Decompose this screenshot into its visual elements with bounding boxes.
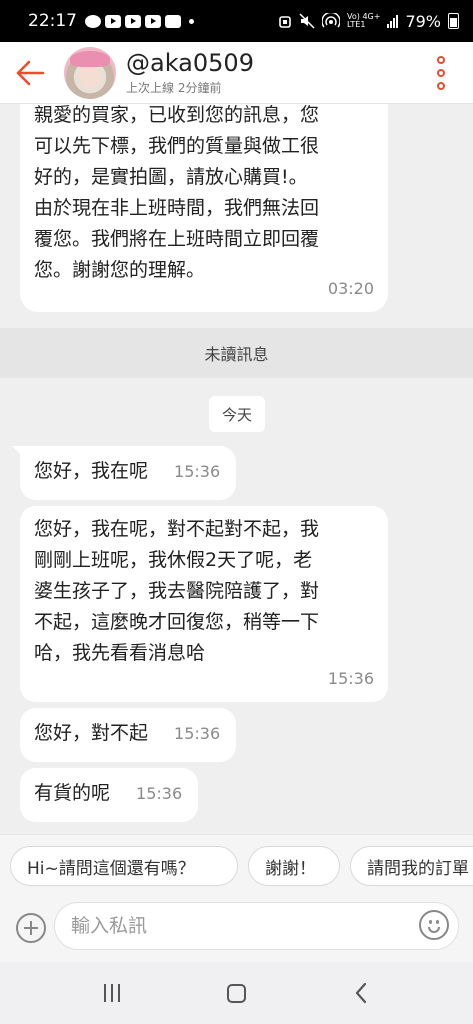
back-arrow-icon: [16, 60, 45, 85]
recent-apps-button[interactable]: [92, 973, 132, 1013]
message-time: 03:20: [327, 279, 374, 298]
chat-messages[interactable]: 親愛的買家，已收到您的訊息，您 可以先下標，我們的質量與做工很 好的，是實拍圖，…: [0, 104, 473, 832]
contact-info[interactable]: @aka0509 上次上線 2分鐘前: [126, 49, 254, 96]
message-time: 15:36: [327, 669, 374, 688]
unread-label: 未讀訊息: [204, 345, 269, 364]
back-button[interactable]: [0, 42, 60, 104]
message-bubble[interactable]: 您好，我在呢 15:36: [11, 446, 237, 500]
quick-replies[interactable]: Hi~請問這個還有嗎？ 謝謝！ 請問我的訂單: [0, 834, 473, 898]
message-time: 15:36: [136, 784, 183, 803]
quick-reply-chip[interactable]: 請問我的訂單: [350, 846, 473, 886]
hotspot-icon: [322, 13, 341, 28]
system-back-button[interactable]: [341, 973, 381, 1013]
date-label: 今天: [221, 405, 252, 424]
avatar[interactable]: [64, 46, 116, 99]
checkbox-icon: [165, 14, 181, 28]
system-nav-bar: [0, 962, 473, 1024]
message-line: 婆生孩子了，我去醫院陪護了，對: [34, 580, 320, 602]
home-icon: [226, 983, 246, 1003]
message-text: 您好，對不起: [34, 722, 149, 744]
recent-apps-icon: [104, 984, 121, 1002]
message-input[interactable]: [54, 902, 459, 950]
message-time: 15:36: [174, 462, 221, 481]
message-line: 哈，我先看看消息哈: [34, 642, 206, 664]
alarm-icon: [279, 16, 291, 28]
message-line: 由於現在非上班時間，我們無法回: [34, 197, 320, 219]
message-line: 您好，我在呢，對不起對不起，我: [34, 518, 320, 540]
more-options-button[interactable]: [431, 56, 451, 90]
emoji-icon[interactable]: [419, 910, 449, 940]
notification-icons: [85, 14, 181, 28]
add-circle-icon[interactable]: [16, 913, 46, 943]
battery-percent: 79%: [405, 11, 441, 31]
quick-reply-chip[interactable]: 謝謝！: [248, 846, 340, 886]
status-time: 22:17: [28, 11, 77, 31]
message-bubble[interactable]: 您好，我在呢，對不起對不起，我 剛剛上班呢，我休假2天了呢，老 婆生孩子了，我去…: [20, 506, 388, 702]
message-line: 可以先下標，我們的質量與做工很: [34, 135, 320, 157]
signal-icon: [387, 14, 399, 28]
youtube-icon: [145, 14, 161, 28]
more-vertical-icon: [437, 56, 445, 64]
messenger-icon: [85, 14, 101, 28]
quick-reply-chip[interactable]: Hi~請問這個還有嗎？: [10, 846, 238, 886]
last-seen-status: 上次上線 2分鐘前: [126, 81, 222, 95]
message-time: 15:36: [174, 724, 221, 743]
message-line: 覆您。我們將在上班時間立即回覆: [34, 228, 320, 250]
network-type: Vo) 4G+ LTE1: [347, 12, 381, 29]
back-icon: [355, 982, 366, 1004]
status-bar: 22:17 Vo) 4G+ LTE1 79%: [0, 0, 473, 42]
youtube-icon: [105, 14, 121, 28]
message-line: 剛剛上班呢，我休假2天了呢，老: [34, 549, 313, 571]
message-bubble[interactable]: 您好，對不起 15:36: [20, 708, 237, 762]
mute-icon: [299, 13, 315, 29]
more-notifications-dot: [189, 18, 194, 24]
battery-icon: [448, 13, 459, 29]
contact-name: @aka0509: [126, 49, 254, 77]
message-bubble[interactable]: 有貨的呢 15:36: [20, 768, 199, 822]
message-text: 您好，我在呢: [34, 460, 149, 482]
message-bubble[interactable]: 親愛的買家，已收到您的訊息，您 可以先下標，我們的質量與做工很 好的，是實拍圖，…: [20, 104, 388, 312]
chat-header: @aka0509 上次上線 2分鐘前: [0, 42, 473, 104]
unread-divider: 未讀訊息: [0, 328, 473, 378]
message-line: 您。謝謝您的理解。: [34, 259, 206, 281]
message-line: 不起，這麼晚才回復您，稍等一下: [34, 611, 320, 633]
composer-bar: [0, 898, 473, 962]
youtube-icon: [125, 14, 141, 28]
date-divider: 今天: [209, 396, 265, 432]
message-line: 親愛的買家，已收到您的訊息，您: [34, 104, 320, 126]
home-button[interactable]: [216, 973, 256, 1013]
message-text: 有貨的呢: [34, 782, 111, 804]
message-line: 好的，是實拍圖，請放心購買!。: [34, 166, 308, 188]
